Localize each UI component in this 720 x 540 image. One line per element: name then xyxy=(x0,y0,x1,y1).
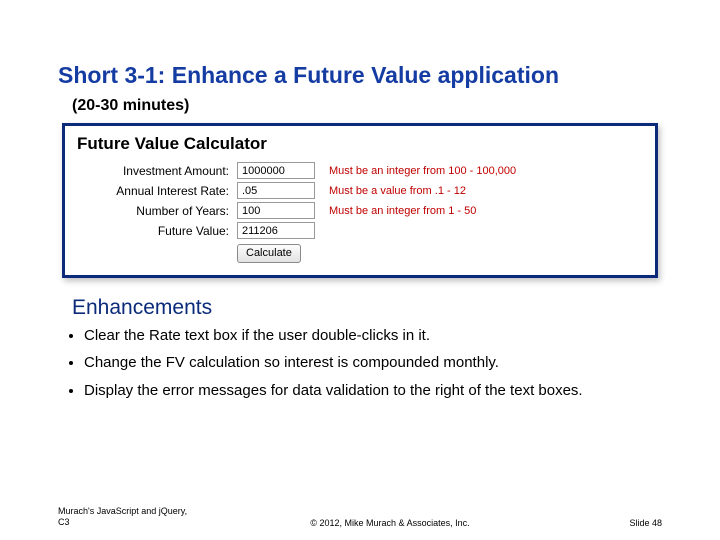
slide-title: Short 3-1: Enhance a Future Value applic… xyxy=(58,62,662,89)
input-future-value[interactable] xyxy=(237,222,315,239)
enhancements-heading: Enhancements xyxy=(72,296,662,320)
footer-left: Murach's JavaScript and jQuery, C3 xyxy=(58,506,198,528)
error-number-of-years: Must be an integer from 1 - 50 xyxy=(329,205,476,217)
footer-center: © 2012, Mike Murach & Associates, Inc. xyxy=(198,518,582,528)
label-future-value: Future Value: xyxy=(77,224,237,238)
list-item: Display the error messages for data vali… xyxy=(84,379,662,402)
row-investment-amount: Investment Amount: Must be an integer fr… xyxy=(77,162,643,179)
calculator-heading: Future Value Calculator xyxy=(77,134,643,154)
label-investment-amount: Investment Amount: xyxy=(77,164,237,178)
input-investment-amount[interactable] xyxy=(237,162,315,179)
enhancements-list: Clear the Rate text box if the user doub… xyxy=(84,324,662,402)
list-item: Change the FV calculation so interest is… xyxy=(84,351,662,374)
footer-right: Slide 48 xyxy=(582,518,662,528)
slide-footer: Murach's JavaScript and jQuery, C3 © 201… xyxy=(58,506,662,528)
label-interest-rate: Annual Interest Rate: xyxy=(77,184,237,198)
input-number-of-years[interactable] xyxy=(237,202,315,219)
calculate-button[interactable]: Calculate xyxy=(237,244,301,263)
list-item: Clear the Rate text box if the user doub… xyxy=(84,324,662,347)
row-future-value: Future Value: xyxy=(77,222,643,239)
row-interest-rate: Annual Interest Rate: Must be a value fr… xyxy=(77,182,643,199)
input-interest-rate[interactable] xyxy=(237,182,315,199)
label-number-of-years: Number of Years: xyxy=(77,204,237,218)
error-investment-amount: Must be an integer from 100 - 100,000 xyxy=(329,165,516,177)
calculator-panel: Future Value Calculator Investment Amoun… xyxy=(62,123,658,278)
error-interest-rate: Must be a value from .1 - 12 xyxy=(329,185,466,197)
duration-text: (20-30 minutes) xyxy=(72,97,662,115)
row-number-of-years: Number of Years: Must be an integer from… xyxy=(77,202,643,219)
